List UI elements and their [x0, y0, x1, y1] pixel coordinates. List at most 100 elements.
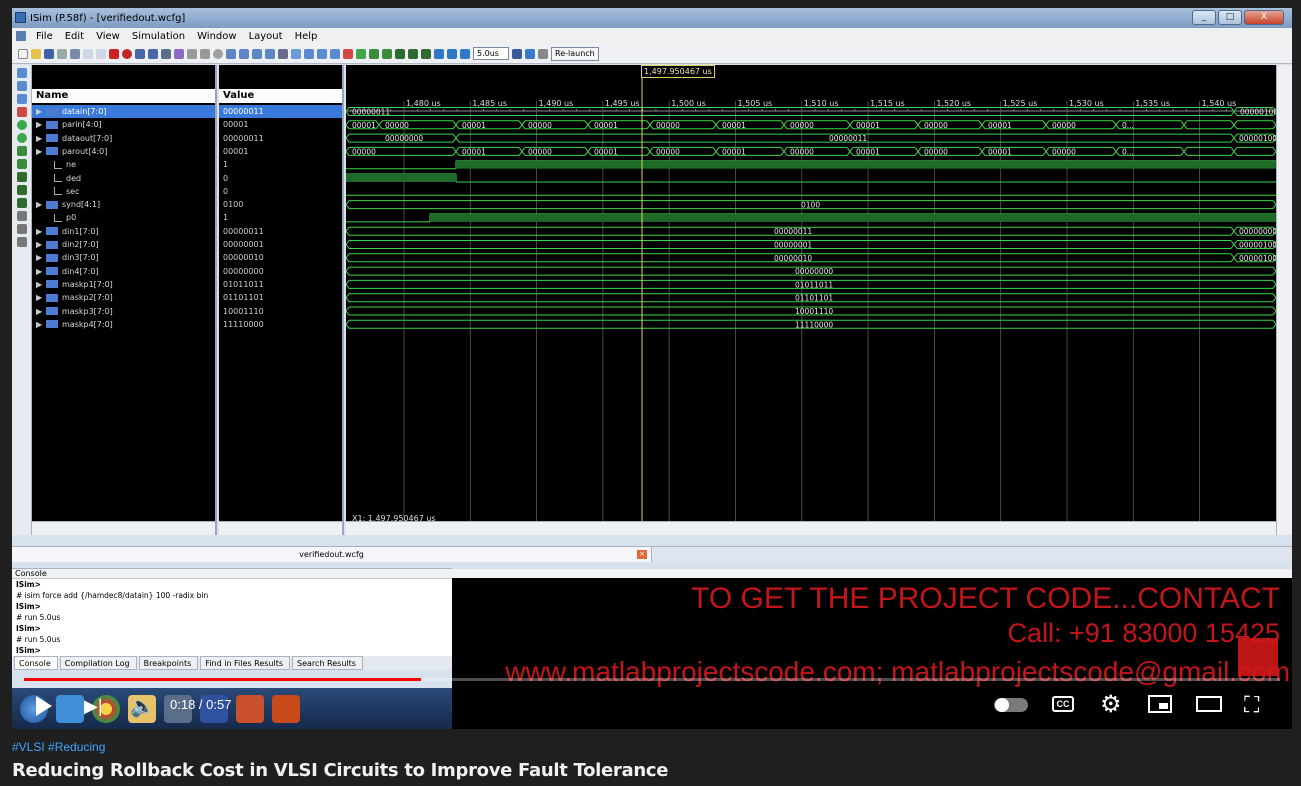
expand-icon[interactable]: ▶	[36, 305, 44, 318]
arrow-up-icon[interactable]	[200, 48, 210, 59]
run-time-select[interactable]: 5.0us	[473, 47, 509, 60]
signal-row[interactable]: ▶ maskp2[7:0]	[32, 291, 215, 304]
run-for-icon[interactable]	[460, 48, 470, 59]
open-folder-icon[interactable]	[31, 48, 41, 59]
signal-row[interactable]: sec	[32, 185, 215, 198]
step-back-icon[interactable]	[525, 48, 535, 59]
replace-icon[interactable]	[174, 48, 184, 59]
delete-icon[interactable]	[109, 48, 119, 59]
expand-icon[interactable]: ▶	[36, 238, 44, 251]
step-icon[interactable]	[408, 48, 418, 59]
run-all-icon[interactable]	[434, 48, 444, 59]
cut-icon[interactable]	[70, 48, 80, 59]
name-hscroll[interactable]	[32, 521, 215, 535]
signal-row[interactable]: ded	[32, 172, 215, 185]
prev-transition-icon[interactable]	[16, 146, 27, 156]
zoom-cursor-icon[interactable]	[343, 48, 353, 59]
tab-console[interactable]: Console	[14, 656, 58, 670]
signal-row[interactable]: ▶ datain[7:0]	[32, 105, 215, 118]
undo-icon[interactable]	[135, 48, 145, 59]
expand-icon[interactable]: ▶	[36, 198, 44, 211]
zoom-out-icon[interactable]	[16, 81, 27, 91]
signal-row[interactable]: ▶ dataout[7:0]	[32, 132, 215, 145]
expand-icon[interactable]: ▶	[36, 318, 44, 331]
redo-icon[interactable]	[148, 48, 158, 59]
tab-compilation-log[interactable]: Compilation Log	[59, 656, 137, 670]
video-tags[interactable]: #VLSI #Reducing	[12, 740, 105, 754]
window-icon[interactable]	[265, 48, 275, 59]
stop-icon[interactable]	[122, 48, 132, 59]
add-marker-icon[interactable]	[16, 172, 27, 182]
snap-icon[interactable]	[16, 224, 27, 234]
layout-icon[interactable]	[226, 48, 236, 59]
step-over-icon[interactable]	[421, 48, 431, 59]
new-file-icon[interactable]	[18, 48, 28, 59]
prev-marker-icon[interactable]	[16, 185, 27, 195]
tab-breakpoints[interactable]: Breakpoints	[138, 656, 199, 670]
close-tab-icon[interactable]: ×	[637, 550, 647, 559]
wave-vscroll[interactable]	[1276, 65, 1292, 535]
cascade-icon[interactable]	[252, 48, 262, 59]
maximize-button[interactable]: □	[1218, 10, 1242, 25]
expand-icon[interactable]: ▶	[36, 105, 44, 118]
expand-icon[interactable]: ▶	[36, 118, 44, 131]
go-end-icon[interactable]	[16, 133, 27, 143]
menu-edit[interactable]: Edit	[59, 31, 90, 42]
signal-row[interactable]: ▶ maskp4[7:0]	[32, 318, 215, 331]
menu-layout[interactable]: Layout	[243, 31, 289, 42]
chevron-down-icon[interactable]	[512, 48, 522, 59]
miniplayer-icon[interactable]	[1148, 695, 1172, 713]
menu-help[interactable]: Help	[289, 31, 324, 42]
next-icon[interactable]: ▶|	[84, 696, 103, 716]
signal-row[interactable]: ▶ din2[7:0]	[32, 238, 215, 251]
swap-cursor-icon[interactable]	[16, 211, 27, 221]
expand-icon[interactable]: ▶	[36, 278, 44, 291]
next-marker-icon[interactable]	[16, 198, 27, 208]
menu-file[interactable]: File	[30, 31, 59, 42]
tile-icon[interactable]	[239, 48, 249, 59]
settings-gear-icon[interactable]: ⚙	[1100, 690, 1122, 719]
expand-icon[interactable]: ▶	[36, 291, 44, 304]
play-icon[interactable]	[36, 696, 52, 716]
close-button[interactable]: X	[1244, 10, 1284, 25]
menu-simulation[interactable]: Simulation	[126, 31, 191, 42]
run-icon[interactable]	[447, 48, 457, 59]
fullscreen-icon[interactable]: ⛶	[1244, 692, 1259, 718]
save-icon[interactable]	[44, 48, 54, 59]
expand-icon[interactable]: ▶	[36, 145, 44, 158]
signal-row[interactable]: ▶ din3[7:0]	[32, 251, 215, 264]
waveform-pane[interactable]: 1,480 us 1,485 us 1,490 us 1,495 us 1,500 us…	[346, 65, 1276, 535]
value-hscroll[interactable]	[219, 521, 342, 535]
wrench-icon[interactable]	[278, 48, 288, 59]
expand-icon[interactable]: ▶	[36, 132, 44, 145]
find-icon[interactable]	[161, 48, 171, 59]
tab-find-in-files[interactable]: Find in Files Results	[200, 656, 291, 670]
progress-bar[interactable]	[24, 678, 1280, 681]
video-player[interactable]: ISim (P.58f) - [verifiedout.wcfg] _ □ X …	[12, 8, 1292, 729]
tab-search-results[interactable]: Search Results	[292, 656, 363, 670]
settings-icon[interactable]	[213, 48, 223, 59]
signal-row[interactable]: ▶ parin[4:0]	[32, 118, 215, 131]
zoom-fit-icon[interactable]	[330, 48, 340, 59]
list-icon[interactable]	[16, 237, 27, 247]
signal-row[interactable]: ▶ maskp3[7:0]	[32, 305, 215, 318]
expand-icon[interactable]: ▶	[36, 251, 44, 264]
signal-row[interactable]: ne	[32, 158, 215, 171]
menu-view[interactable]: View	[90, 31, 126, 42]
autoplay-toggle[interactable]	[994, 698, 1028, 712]
copy-icon[interactable]	[83, 48, 93, 59]
tab-verifiedout[interactable]: verifiedout.wcfg	[12, 547, 652, 562]
signal-row[interactable]: ▶ synd[4:1]	[32, 198, 215, 211]
volume-icon[interactable]: 🔈	[130, 694, 155, 719]
waveform-canvas[interactable]: 1,480 us 1,485 us 1,490 us 1,495 us 1,500 us…	[346, 65, 1276, 521]
prev-marker-icon[interactable]	[369, 48, 379, 59]
signal-row[interactable]: ▶ maskp1[7:0]	[32, 278, 215, 291]
restart-icon[interactable]	[395, 48, 405, 59]
zoom-in-icon[interactable]	[16, 68, 27, 78]
signal-row[interactable]: ▶ din4[7:0]	[32, 265, 215, 278]
system-menu-icon[interactable]	[16, 31, 26, 41]
signal-row[interactable]: p0	[32, 211, 215, 224]
signal-row[interactable]: ▶ parout[4:0]	[32, 145, 215, 158]
theater-mode-icon[interactable]	[1196, 696, 1222, 712]
go-start-icon[interactable]	[16, 120, 27, 130]
